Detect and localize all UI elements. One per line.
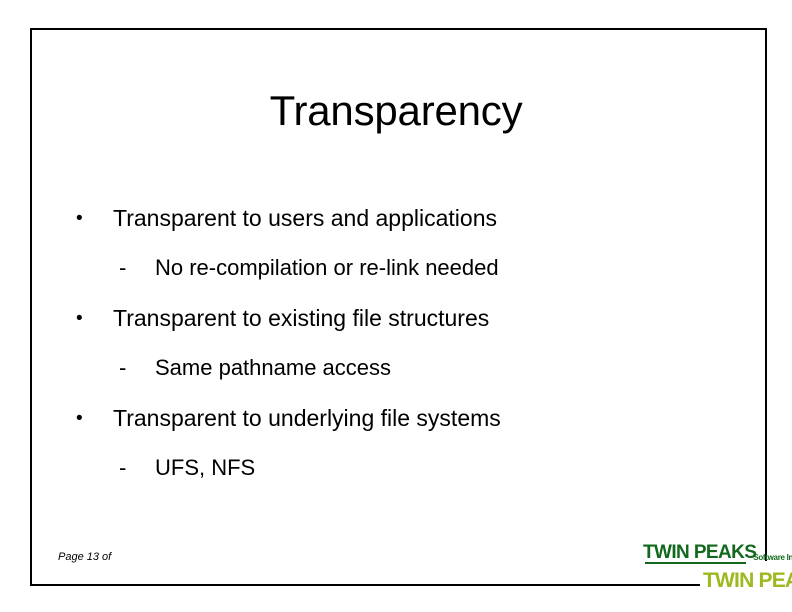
slide-border-right xyxy=(765,28,767,561)
bullet-text: Transparent to underlying file systems xyxy=(113,405,501,431)
dash-marker-icon: - xyxy=(119,355,127,380)
dash-marker-icon: - xyxy=(119,255,127,280)
bullet-text: Transparent to users and applications xyxy=(113,205,497,231)
bullet-item: • Transparent to underlying file systems xyxy=(62,405,722,455)
bullet-marker-icon: • xyxy=(76,308,83,329)
logo-underline-rule xyxy=(645,562,746,564)
sub-bullet-text: Same pathname access xyxy=(155,355,392,380)
slide-border-left xyxy=(30,28,32,586)
slide-border-top xyxy=(30,28,767,30)
bullet-item: • Transparent to existing file structure… xyxy=(62,305,722,355)
bullet-item: • Transparent to users and applications xyxy=(62,205,722,255)
bullet-text: Transparent to existing file structures xyxy=(113,305,490,331)
sub-bullet-text: No re-compilation or re-link needed xyxy=(155,255,499,280)
presentation-slide: Transparency • Transparent to users and … xyxy=(0,0,792,612)
bullet-marker-icon: • xyxy=(76,408,83,429)
slide-border-bottom xyxy=(30,584,700,586)
slide-body-list: • Transparent to users and applications … xyxy=(62,205,722,505)
page-number-footer: Page 13 of xyxy=(58,551,112,563)
bullet-marker-icon: • xyxy=(76,208,83,229)
slide-title: Transparency xyxy=(269,87,523,134)
sub-bullet-item: - No re-compilation or re-link needed xyxy=(62,255,722,305)
logo-tagline: Software Inc. xyxy=(753,553,792,562)
twin-peaks-logo-primary: TWIN PEAKSSoftware Inc. xyxy=(643,543,792,562)
sub-bullet-text: UFS, NFS xyxy=(155,455,256,480)
twin-peaks-logo-secondary: TWIN PEAKS xyxy=(703,569,792,592)
dash-marker-icon: - xyxy=(119,455,127,480)
sub-bullet-item: - Same pathname access xyxy=(62,355,722,405)
logo-wordmark: TWIN PEAKS xyxy=(643,542,757,563)
sub-bullet-item: - UFS, NFS xyxy=(62,455,722,505)
